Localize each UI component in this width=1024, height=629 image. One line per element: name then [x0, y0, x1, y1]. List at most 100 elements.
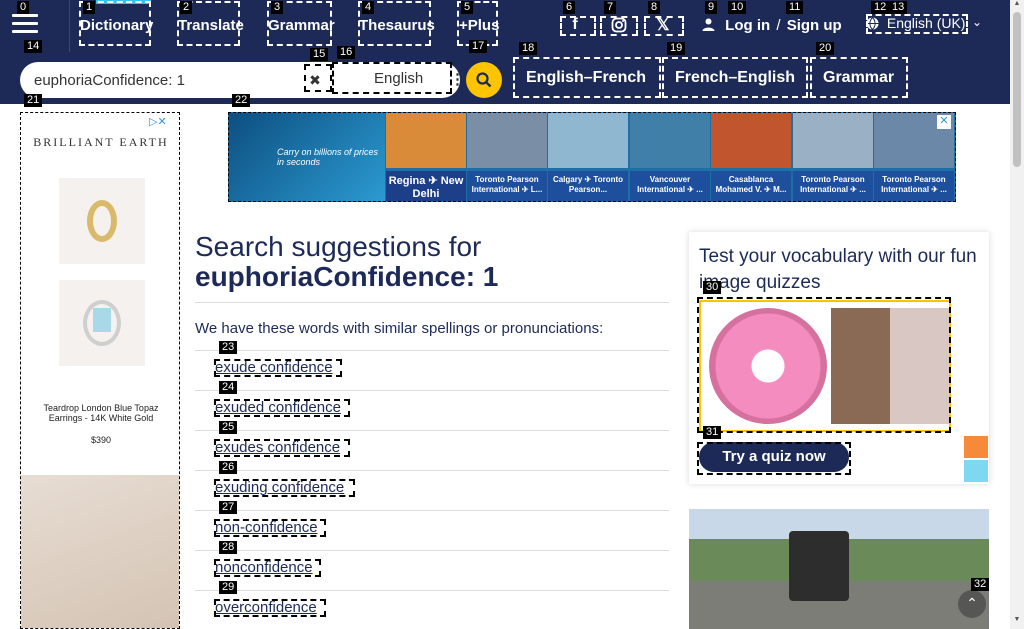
nav-dictionary[interactable]: Dictionary	[80, 0, 153, 34]
search-icon	[476, 72, 492, 88]
divider	[195, 590, 669, 591]
left-advertisement[interactable]: ▷✕ BRILLIANT EARTH Teardrop London Blue …	[20, 112, 180, 629]
side-widget[interactable]	[964, 436, 988, 458]
link-french-english[interactable]: French–English	[675, 69, 795, 87]
ad-video-frame	[789, 531, 849, 601]
search-button[interactable]	[466, 62, 502, 98]
dictionary-select[interactable]: English ⋮	[354, 70, 465, 90]
marker-badge: 5	[461, 1, 474, 14]
suggestion-link[interactable]: exudes confidence	[215, 439, 340, 456]
suggestion-link[interactable]: nonconfidence	[215, 559, 313, 576]
link-grammar[interactable]: Grammar	[823, 69, 894, 87]
nav-divider	[69, 0, 70, 52]
clear-icon[interactable]: ✖	[304, 70, 326, 90]
facebook-icon[interactable]: f	[562, 14, 588, 36]
marker-badge: 16	[337, 46, 356, 59]
scrollbar[interactable]: ▲ ▼	[1010, 0, 1024, 629]
ad-tile-caption: Toronto Pearson International ✈ ...	[793, 171, 873, 201]
ad-brand-logo: BRILLIANT EARTH	[33, 135, 169, 149]
ad-hero-image: Carry on billions of prices in seconds	[229, 113, 385, 201]
top-banner-advertisement[interactable]: Carry on billions of prices in seconds R…	[228, 112, 956, 202]
marker-badge: 4	[362, 1, 375, 14]
login-separator: /	[776, 17, 781, 34]
ad-tile-image	[711, 113, 791, 168]
milkshake-image	[831, 308, 949, 424]
ad-item-price: $390	[90, 435, 112, 445]
adchoices-close-icon[interactable]: ✕	[937, 115, 951, 129]
nav-plus[interactable]: +Plus	[459, 17, 499, 34]
scroll-down-arrow[interactable]: ▼	[1012, 616, 1022, 623]
video-advertisement[interactable]	[689, 509, 989, 629]
marker-badge: 15	[310, 48, 329, 61]
ad-earring-image	[59, 178, 145, 264]
ad-tile-caption: Toronto Pearson International ✈ ...	[874, 171, 954, 201]
ad-tile-image	[386, 113, 466, 168]
suggestions-intro: We have these words with similar spellin…	[195, 320, 604, 337]
ad-tile[interactable]: Casablanca Mohamed V. ✈ M...	[711, 113, 791, 201]
scroll-to-top-button[interactable]: ⌃	[958, 590, 986, 618]
language-selector[interactable]: English (UK)	[866, 15, 966, 35]
nav-thesaurus[interactable]: Thesaurus	[359, 17, 435, 34]
ad-tile[interactable]: Vancouver International ✈ ...	[630, 113, 710, 201]
marker-badge: 21	[24, 94, 43, 107]
search-bar: ✖ English ⋮ English–French French–Englis…	[0, 52, 1010, 104]
marker-badge: 31	[703, 426, 722, 439]
divider	[195, 510, 669, 511]
quiz-image[interactable]	[699, 300, 951, 432]
marker-badge: 24	[219, 381, 238, 394]
ad-model-image	[21, 475, 179, 628]
divider	[195, 390, 669, 391]
ad-tile[interactable]: Calgary ✈ Toronto Pearson...	[548, 113, 628, 201]
login-links: Log in / Sign up	[702, 17, 842, 34]
marker-badge: 26	[219, 461, 238, 474]
log-in-link[interactable]: Log in	[725, 17, 770, 34]
suggestion-link[interactable]: exuded confidence	[215, 399, 341, 416]
try-quiz-button[interactable]: Try a quiz now	[699, 442, 849, 472]
ad-hero-text: Carry on billions of prices in seconds	[277, 147, 379, 167]
search-box: ✖ English ⋮	[20, 62, 465, 98]
page-title-prefix: Search suggestions for	[195, 231, 482, 262]
page-title-query: euphoriaConfidence: 1	[195, 261, 499, 292]
divider	[195, 430, 669, 431]
marker-badge: 27	[219, 501, 238, 514]
x-twitter-icon[interactable]: 𝕏	[650, 14, 676, 36]
ad-tile[interactable]: Toronto Pearson International ✈ ...	[793, 113, 873, 201]
menu-icon[interactable]	[12, 14, 38, 36]
ad-tile-caption: Toronto Pearson International ✈ L...	[467, 171, 547, 201]
marker-badge: 6	[563, 1, 576, 14]
divider	[195, 470, 669, 471]
suggestion-link[interactable]: exude confidence	[215, 359, 333, 376]
nav-grammar[interactable]: Grammar	[268, 17, 335, 34]
marker-badge: 23	[219, 341, 238, 354]
suggestion-link[interactable]: overconfidence	[215, 599, 317, 616]
marker-badge: 32	[971, 578, 990, 591]
suggestion-link[interactable]: non-confidence	[215, 519, 318, 536]
adchoices-icon[interactable]: ▷✕	[149, 115, 167, 128]
scroll-up-arrow[interactable]: ▲	[1012, 0, 1022, 7]
ad-tile-caption: Regina ✈ New Delhi	[386, 171, 466, 201]
marker-badge: 7	[604, 1, 617, 14]
marker-badge: 30	[703, 281, 722, 294]
marker-badge: 20	[816, 42, 835, 55]
ad-tile[interactable]: Regina ✈ New Delhi	[386, 113, 466, 201]
side-widget[interactable]	[964, 460, 988, 482]
instagram-icon[interactable]	[606, 14, 632, 36]
sign-up-link[interactable]: Sign up	[787, 17, 842, 34]
search-input[interactable]	[34, 70, 304, 90]
ad-tile-caption: Calgary ✈ Toronto Pearson...	[548, 171, 628, 201]
divider	[195, 302, 669, 303]
marker-badge: 3	[271, 1, 284, 14]
marker-badge: 10	[728, 1, 747, 14]
dictionary-select-label: English	[374, 70, 424, 87]
quiz-title: Test your vocabulary with our fun image …	[699, 246, 977, 293]
page-title: Search suggestions for euphoriaConfidenc…	[195, 232, 669, 292]
suggestion-link[interactable]: exuding confidence	[215, 479, 344, 496]
ad-tile[interactable]: Toronto Pearson International ✈ L...	[467, 113, 547, 201]
marker-badge: 8	[648, 1, 661, 14]
marker-badge: 25	[219, 421, 238, 434]
quiz-promo: Test your vocabulary with our fun image …	[689, 232, 989, 484]
nav-translate[interactable]: Translate	[178, 17, 244, 34]
link-english-french[interactable]: English–French	[526, 69, 646, 87]
scroll-thumb[interactable]	[1013, 12, 1021, 167]
marker-badge: 22	[232, 94, 251, 107]
